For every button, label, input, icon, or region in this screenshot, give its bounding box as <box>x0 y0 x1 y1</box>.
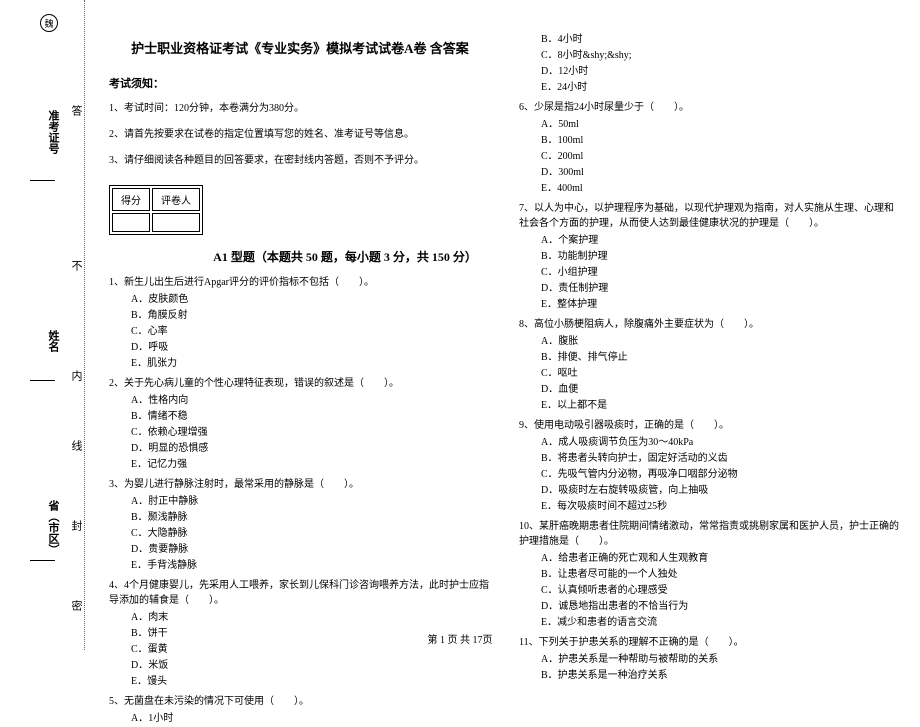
question-option: B．排便、排气停止 <box>541 350 901 366</box>
question-option: C．先吸气管内分泌物，再吸净口咽部分泌物 <box>541 467 901 483</box>
field-underline <box>30 380 55 381</box>
question-stem: 10、某肝癌晚期患者住院期间情绪激动，常常指责或挑剔家属和医护人员，护士正确的护… <box>519 519 901 549</box>
circle-mark: 魏 <box>40 14 58 32</box>
question-stem: 7、以人为中心，以护理程序为基础，以现代护理观为指南，对人实施从生理、心理和社会… <box>519 201 901 231</box>
question-option: C．小组护理 <box>541 265 901 281</box>
question-option: A．肉末 <box>131 610 491 626</box>
question-option: A．50ml <box>541 117 901 133</box>
section-title: A1 型题（本题共 50 题，每小题 3 分，共 150 分） <box>199 248 491 265</box>
question-option: B．让患者尽可能的一个人独处 <box>541 567 901 583</box>
question-option: D．12小时 <box>541 64 901 80</box>
question-stem: 5、无菌盘在未污染的情况下可使用（ ）。 <box>109 694 491 709</box>
question-option: D．米饭 <box>131 658 491 674</box>
question-option: C．依赖心理增强 <box>131 425 491 441</box>
question-option: E．24小时 <box>541 80 901 96</box>
question-stem: 4、4个月健康婴儿，先采用人工喂养，家长到儿保科门诊咨询喂养方法，此时护士应指导… <box>109 578 491 608</box>
question-stem: 9、使用电动吸引器吸痰时，正确的是（ ）。 <box>519 418 901 433</box>
question-option: B．将患者头转向护士，固定好活动的义齿 <box>541 451 901 467</box>
question-option: D．责任制护理 <box>541 281 901 297</box>
question-option: A．护患关系是一种帮助与被帮助的关系 <box>541 652 901 668</box>
mark-answer: 答 <box>68 105 84 116</box>
question-option: D．呼吸 <box>131 340 491 356</box>
question-option: D．吸痰时左右旋转吸痰管，向上抽吸 <box>541 483 901 499</box>
question-option: B．100ml <box>541 133 901 149</box>
question-option: A．给患者正确的死亡观和人生观教育 <box>541 551 901 567</box>
question-option: C．认真倾听患者的心理感受 <box>541 583 901 599</box>
notice-header: 考试须知： <box>109 75 491 91</box>
mark-seal: 封 <box>68 520 84 531</box>
question-option: E．每次吸痰时间不超过25秒 <box>541 499 901 515</box>
field-ticket-label: 准考证号 <box>45 110 61 154</box>
question-option: B．颞浅静脉 <box>131 510 491 526</box>
question-stem: 6、少尿是指24小时尿量少于（ ）。 <box>519 100 901 115</box>
question-option: D．贵要静脉 <box>131 542 491 558</box>
question-stem: 2、关于先心病儿童的个性心理特征表现，错误的叙述是（ ）。 <box>109 376 491 391</box>
mark-mi: 密 <box>68 600 84 611</box>
score-label: 得分 <box>112 188 150 211</box>
question-option: A．1小时 <box>131 711 491 727</box>
mark-inner: 内 <box>68 370 84 381</box>
page-body: 护士职业资格证考试《专业实务》模拟考试试卷A卷 含答案 考试须知： 1、考试时间… <box>95 0 915 630</box>
question-option: C．心率 <box>131 324 491 340</box>
question-option: D．血便 <box>541 382 901 398</box>
question-option: C．200ml <box>541 149 901 165</box>
page-footer: 第 1 页 共 17页 <box>0 631 920 646</box>
question-option: B．情绪不稳 <box>131 409 491 425</box>
question-option: E．整体护理 <box>541 297 901 313</box>
question-option: E．手背浅静脉 <box>131 558 491 574</box>
binding-margin: 魏 准考证号 答 不 姓名 内 线 省（市区） 封 密 <box>0 0 85 650</box>
field-underline <box>30 180 55 181</box>
question-option: C．呕吐 <box>541 366 901 382</box>
question-option: A．个案护理 <box>541 233 901 249</box>
question-stem: 8、高位小肠梗阻病人，除腹痛外主要症状为（ ）。 <box>519 317 901 332</box>
reviewer-label: 评卷人 <box>152 188 200 211</box>
notice-item: 1、考试时间：120分钟，本卷满分为380分。 <box>109 101 491 117</box>
question-option: D．300ml <box>541 165 901 181</box>
question-option: D．诚恳地指出患者的不恰当行为 <box>541 599 901 615</box>
question-option: E．馒头 <box>131 674 491 690</box>
mark-no: 不 <box>68 260 84 271</box>
question-stem: 1、新生儿出生后进行Apgar评分的评价指标不包括（ ）。 <box>109 275 491 290</box>
question-stem: 3、为婴儿进行静脉注射时，最常采用的静脉是（ ）。 <box>109 477 491 492</box>
notice-item: 2、请首先按要求在试卷的指定位置填写您的姓名、准考证号等信息。 <box>109 127 491 143</box>
question-option: E．减少和患者的语言交流 <box>541 615 901 631</box>
question-option: E．以上都不是 <box>541 398 901 414</box>
question-option: A．腹胀 <box>541 334 901 350</box>
question-option: B．4小时 <box>541 32 901 48</box>
question-option: A．肘正中静脉 <box>131 494 491 510</box>
question-option: B．功能制护理 <box>541 249 901 265</box>
question-option: C．大隐静脉 <box>131 526 491 542</box>
question-option: B．护患关系是一种治疗关系 <box>541 668 901 684</box>
right-column: B．4小时C．8小时&shy;&shy;D．12小时E．24小时 6、少尿是指2… <box>505 0 915 630</box>
question-option: E．记忆力强 <box>131 457 491 473</box>
question-option: C．8小时&shy;&shy; <box>541 48 901 64</box>
mark-line: 线 <box>68 440 84 451</box>
question-option: E．肌张力 <box>131 356 491 372</box>
question-option: A．成人吸痰调节负压为30～40kPa <box>541 435 901 451</box>
left-column: 护士职业资格证考试《专业实务》模拟考试试卷A卷 含答案 考试须知： 1、考试时间… <box>95 0 505 630</box>
score-table: 得分 评卷人 <box>109 185 203 235</box>
notice-item: 3、请仔细阅读各种题目的回答要求，在密封线内答题，否则不予评分。 <box>109 153 491 169</box>
question-option: A．皮肤颜色 <box>131 292 491 308</box>
question-option: D．明显的恐惧感 <box>131 441 491 457</box>
exam-title: 护士职业资格证考试《专业实务》模拟考试试卷A卷 含答案 <box>109 38 491 57</box>
field-underline <box>30 560 55 561</box>
field-province-label: 省（市区） <box>45 500 61 555</box>
question-option: B．角膜反射 <box>131 308 491 324</box>
field-name-label: 姓名 <box>45 330 61 352</box>
question-option: E．400ml <box>541 181 901 197</box>
question-option: A．性格内向 <box>131 393 491 409</box>
